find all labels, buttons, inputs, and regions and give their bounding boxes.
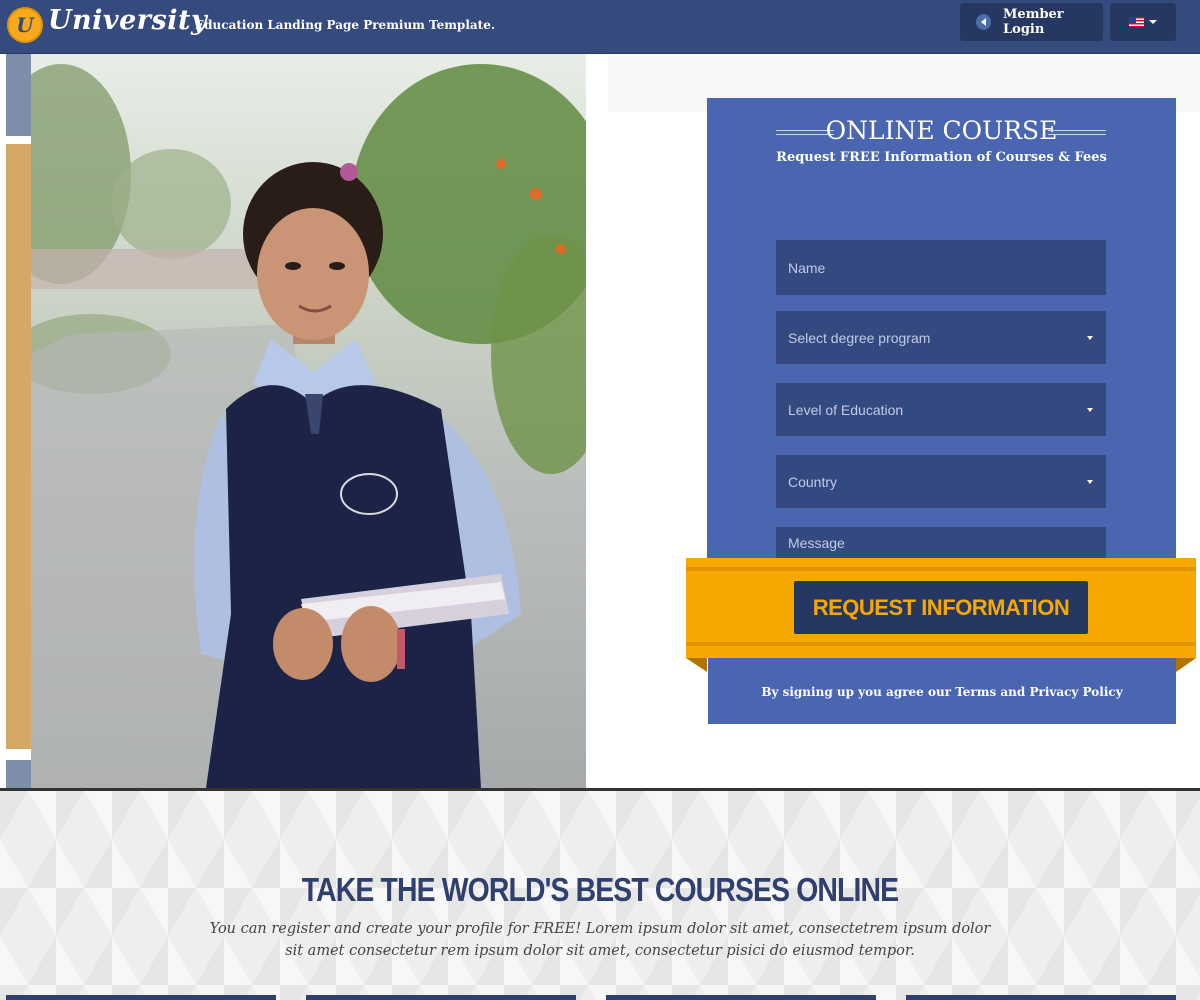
decor-stripe: [6, 144, 31, 749]
form-subtitle: Request FREE Information of Courses & Fe…: [776, 150, 1107, 165]
member-login-label: Member Login: [1003, 7, 1064, 37]
student-photo: [31, 54, 586, 788]
message-placeholder: Message: [788, 535, 845, 551]
chevron-down-icon: [1087, 479, 1093, 484]
course-card[interactable]: [906, 995, 1176, 1000]
courses-section: TAKE THE WORLD'S BEST COURSES ONLINE You…: [0, 788, 1200, 1000]
section-title: TAKE THE WORLD'S BEST COURSES ONLINE: [301, 871, 899, 908]
caret-down-icon: [1149, 20, 1157, 24]
tagline: Education Landing Page Premium Template.: [195, 18, 496, 32]
chevron-down-icon: [1087, 335, 1093, 340]
brand-name[interactable]: University: [48, 5, 207, 36]
degree-program-select[interactable]: Select degree program: [776, 311, 1106, 364]
country-select[interactable]: Country: [776, 455, 1106, 508]
degree-program-placeholder: Select degree program: [788, 329, 931, 346]
section-description: You can register and create your profile…: [209, 921, 991, 959]
terms-prefix: By signing up you agree our: [761, 685, 952, 699]
terms-and: and: [1000, 685, 1026, 699]
ribbon-line: [686, 642, 1196, 646]
member-login-button[interactable]: Member Login: [960, 3, 1103, 41]
form-footer: By signing up you agree our Terms and Pr…: [708, 658, 1176, 724]
us-flag-icon: [1129, 17, 1144, 27]
language-selector[interactable]: [1110, 3, 1176, 41]
country-placeholder: Country: [788, 473, 838, 490]
student-illustration: [31, 64, 586, 788]
course-card[interactable]: [306, 995, 576, 1000]
top-navbar: U University Education Landing Page Prem…: [0, 0, 1200, 54]
ribbon-line: [686, 567, 1196, 571]
name-input[interactable]: Name: [776, 240, 1106, 295]
course-card[interactable]: [6, 995, 276, 1000]
logo-badge[interactable]: U: [7, 7, 43, 43]
education-level-placeholder: Level of Education: [788, 401, 904, 418]
privacy-policy-link[interactable]: Privacy Policy: [1029, 685, 1122, 699]
ribbon-fold-left: [686, 658, 707, 672]
chevron-down-icon: [1087, 407, 1093, 412]
decor-stripe: [6, 54, 31, 136]
request-information-button[interactable]: REQUEST INFORMATION: [794, 581, 1088, 634]
ribbon-fold-right: [1176, 658, 1196, 672]
terms-notice: By signing up you agree our Terms and Pr…: [708, 685, 1176, 699]
course-info-form: ONLINE COURSE Request FREE Information o…: [707, 98, 1176, 583]
arrow-left-icon: [976, 14, 992, 30]
education-level-select[interactable]: Level of Education: [776, 383, 1106, 436]
decor-stripe: [6, 760, 31, 788]
terms-link[interactable]: Terms: [955, 685, 996, 699]
course-card[interactable]: [606, 995, 876, 1000]
title-rule-right: [1048, 130, 1106, 135]
